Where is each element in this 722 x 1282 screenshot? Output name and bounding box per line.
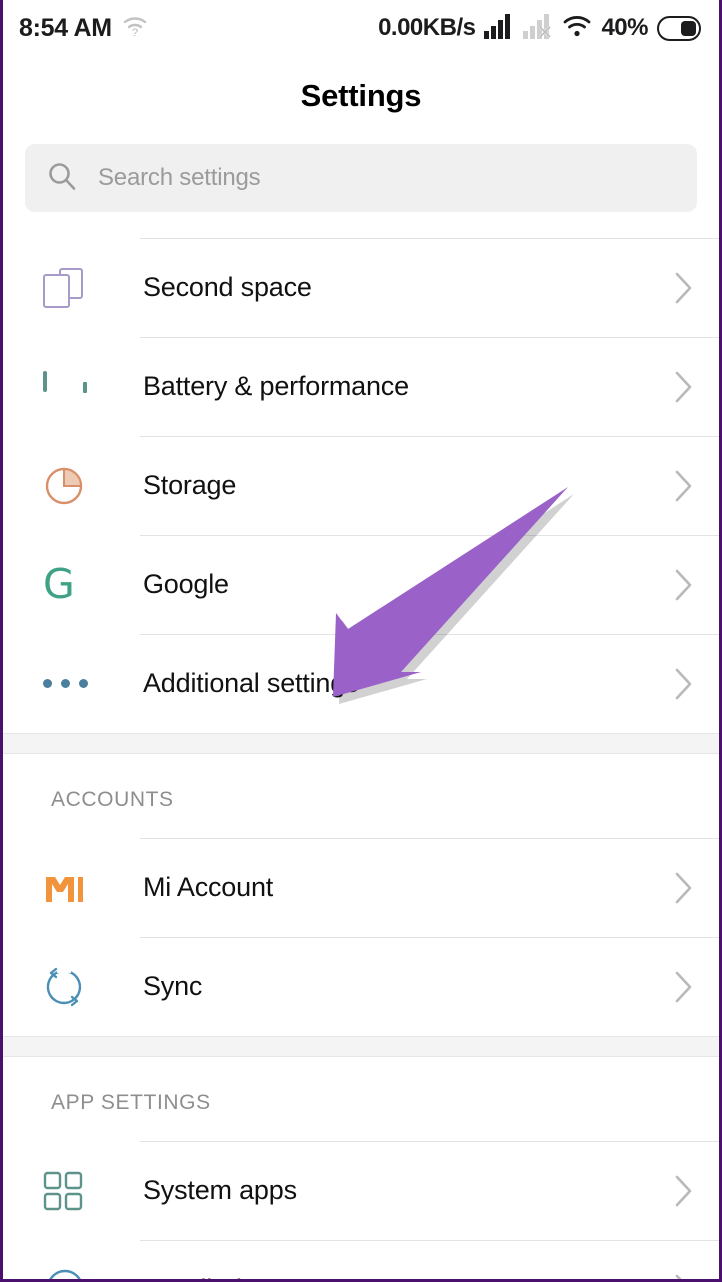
signal-bars-disabled-icon <box>523 13 553 44</box>
section-header-app-settings: APP SETTINGS <box>51 1091 211 1114</box>
chevron-right-icon <box>673 969 695 1005</box>
settings-group-app-settings: APP SETTINGS System apps <box>3 1057 719 1279</box>
settings-group-general: Second space Battery & performance Stora… <box>3 238 719 733</box>
battery-percent-text: 40% <box>601 14 648 41</box>
network-speed-text: 0.00KB/s <box>378 14 476 41</box>
chevron-right-icon <box>673 1272 695 1279</box>
search-icon <box>47 161 77 196</box>
settings-row-label: Sync <box>143 971 203 1001</box>
chevron-right-icon <box>673 270 695 306</box>
settings-screen: 8:54 AM ? 0.00KB/s 40% Settings Search s… <box>0 0 722 1282</box>
settings-row-label: Additional settings <box>143 668 359 698</box>
chevron-right-icon <box>673 870 695 906</box>
chevron-right-icon <box>673 1173 695 1209</box>
settings-row-label: System apps <box>143 1175 297 1205</box>
search-input[interactable]: Search settings <box>25 144 697 212</box>
settings-row-sync[interactable]: Sync <box>3 937 719 1036</box>
settings-row-system-apps[interactable]: System apps <box>3 1141 719 1240</box>
settings-row-label: Mi Account <box>143 872 274 902</box>
battery-fill <box>681 20 696 36</box>
second-space-icon <box>43 267 101 308</box>
google-g-icon: G <box>43 560 75 608</box>
chevron-right-icon <box>673 567 695 603</box>
search-container: Search settings <box>3 114 719 238</box>
chevron-right-icon <box>673 468 695 504</box>
storage-pie-icon <box>43 465 101 507</box>
status-clock: 8:54 AM <box>19 13 112 42</box>
section-header-accounts: ACCOUNTS <box>51 788 174 811</box>
settings-row-label: Second space <box>143 272 312 302</box>
page-title: Settings <box>300 78 422 113</box>
settings-row-mi-account[interactable]: Mi Account <box>3 838 719 937</box>
settings-row-battery-performance[interactable]: Battery & performance <box>3 337 719 436</box>
section-divider <box>3 733 719 754</box>
svg-text:?: ? <box>132 27 138 37</box>
wifi-icon <box>562 14 592 43</box>
status-bar: 8:54 AM ? 0.00KB/s 40% <box>3 0 719 56</box>
grid-apps-icon <box>43 1171 101 1211</box>
more-dots-icon <box>43 679 101 688</box>
search-placeholder: Search settings <box>98 164 261 191</box>
settings-row-label: Storage <box>143 470 237 500</box>
settings-row-additional-settings[interactable]: Additional settings <box>3 634 719 733</box>
section-divider <box>3 1036 719 1057</box>
installed-apps-icon <box>43 1268 101 1279</box>
sync-icon <box>43 966 101 1008</box>
wifi-question-icon: ? <box>122 15 148 42</box>
settings-row-second-space[interactable]: Second space <box>3 238 719 337</box>
battery-performance-icon <box>43 370 101 401</box>
mi-logo-icon <box>43 871 101 905</box>
settings-row-label: Google <box>143 569 229 599</box>
chevron-right-icon <box>673 369 695 405</box>
settings-row-storage[interactable]: Storage <box>3 436 719 535</box>
status-bar-right: 0.00KB/s 40% <box>378 13 701 44</box>
signal-bars-icon <box>484 13 514 44</box>
battery-icon <box>657 15 701 41</box>
settings-group-accounts: ACCOUNTS Mi Account Sync <box>3 754 719 1036</box>
settings-row-installed-apps[interactable]: Installed apps <box>3 1240 719 1279</box>
settings-row-label: Battery & performance <box>143 371 409 401</box>
settings-row-google[interactable]: G Google <box>3 535 719 634</box>
status-bar-left: 8:54 AM ? <box>19 14 148 43</box>
chevron-right-icon <box>673 666 695 702</box>
settings-row-label: Installed apps <box>143 1274 307 1279</box>
